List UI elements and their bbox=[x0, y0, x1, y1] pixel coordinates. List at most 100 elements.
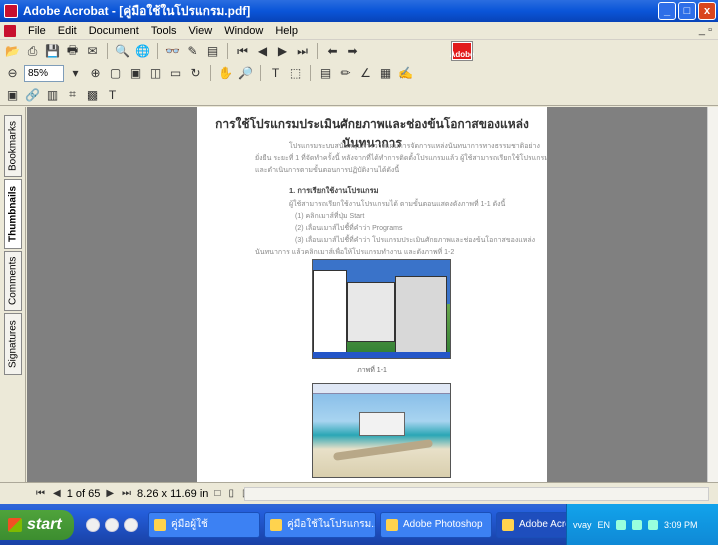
menu-file[interactable]: File bbox=[22, 25, 52, 37]
text-select-icon[interactable]: T bbox=[267, 65, 284, 82]
maximize-button[interactable]: □ bbox=[678, 2, 696, 20]
single-page-icon[interactable]: □ bbox=[212, 488, 222, 499]
actual-size-icon[interactable]: ▢ bbox=[107, 65, 124, 82]
step-text: (3) เลื่อนเมาส์ไปชี้ที่คำว่า โปรแกรมประเ… bbox=[295, 237, 536, 244]
acrobat-app-icon[interactable] bbox=[4, 4, 18, 18]
browser-icon[interactable] bbox=[86, 517, 100, 532]
toolbar-separator bbox=[227, 43, 228, 59]
zoom-out-icon[interactable]: ⊖ bbox=[4, 65, 21, 82]
close-button[interactable]: x bbox=[698, 2, 716, 20]
menu-tools[interactable]: Tools bbox=[145, 25, 183, 37]
note-tool-icon[interactable]: ▤ bbox=[317, 65, 334, 82]
stamp-tool-icon[interactable]: ▦ bbox=[377, 65, 394, 82]
photoshop-icon bbox=[386, 518, 398, 531]
go-back-icon[interactable]: ⬅ bbox=[324, 43, 341, 60]
clock[interactable]: 3:09 PM bbox=[664, 520, 698, 530]
tray-icon[interactable] bbox=[648, 519, 659, 530]
line-tool-icon[interactable]: ∠ bbox=[357, 65, 374, 82]
chevron-down-icon[interactable]: ▾ bbox=[67, 65, 84, 82]
pdf-page[interactable]: การใช้โปรแกรมประเมินศักยภาพและช่องข้นโอก… bbox=[197, 107, 549, 482]
page-number-field[interactable]: 1 of 65 bbox=[67, 488, 101, 500]
search-icon[interactable]: 🔍 bbox=[114, 43, 131, 60]
taskbar: start คู่มือผู้ใช้ คู่มือใช้ในโปรแกรม...… bbox=[0, 504, 718, 545]
horizontal-scrollbar[interactable] bbox=[244, 487, 709, 501]
continuous-icon[interactable]: ▯ bbox=[226, 488, 236, 499]
step-text: (1) คลิกเมาส์ที่ปุ่ม Start bbox=[295, 213, 365, 220]
page-size: 8.26 x 11.69 in bbox=[137, 487, 209, 500]
edit-toolbar: ▣ 🔗 ▥ ⌗ ▩ T bbox=[0, 84, 718, 106]
last-page-icon[interactable]: ⏭ bbox=[294, 43, 311, 60]
acrobat-icon bbox=[502, 518, 514, 531]
rotate-view-icon[interactable]: ↻ bbox=[187, 65, 204, 82]
sign-tool-icon[interactable]: ✍ bbox=[397, 65, 414, 82]
title-bar: Adobe Acrobat - [คู่มือใช้ในโปรแกรม.pdf]… bbox=[0, 0, 718, 22]
pencil-tool-icon[interactable]: ✏ bbox=[337, 65, 354, 82]
language-indicator[interactable]: EN bbox=[598, 520, 611, 530]
tab-thumbnails[interactable]: Thumbnails bbox=[4, 179, 22, 249]
create-pdf-icon[interactable]: ⎙ bbox=[24, 43, 41, 60]
taskbar-button[interactable]: คู่มือผู้ใช้ bbox=[148, 511, 260, 538]
hand-tool-icon[interactable]: ✋ bbox=[217, 65, 234, 82]
tab-comments[interactable]: Comments bbox=[4, 251, 22, 311]
adobe-logo-icon[interactable]: Adobe bbox=[450, 41, 474, 61]
menu-bar: File Edit Document Tools View Window Hel… bbox=[0, 22, 718, 40]
go-forward-icon[interactable]: ➡ bbox=[344, 43, 361, 60]
crop-tool-icon[interactable]: ⌗ bbox=[64, 86, 81, 103]
view-toolbar: ⊖ 85% ▾ ⊕ ▢ ▣ ◫ ▭ ↻ ✋ 🔎 T ⬚ ▤ ✏ ∠ ▦ ✍ bbox=[0, 62, 718, 84]
vertical-scrollbar[interactable] bbox=[707, 107, 718, 482]
desktop-icon[interactable] bbox=[105, 517, 119, 532]
previous-page-icon[interactable]: ◀ bbox=[254, 43, 271, 60]
start-button[interactable]: start bbox=[0, 509, 74, 540]
zoom-tool-icon[interactable]: 🔎 bbox=[237, 65, 254, 82]
pages-icon[interactable]: ▤ bbox=[204, 43, 221, 60]
last-page-button[interactable]: ⏭ bbox=[120, 488, 133, 499]
zoom-input[interactable]: 85% bbox=[24, 64, 64, 82]
first-page-button[interactable]: ⏮ bbox=[34, 488, 47, 499]
print-icon[interactable]: 🖶 bbox=[64, 43, 81, 60]
movie-tool-icon[interactable]: ▩ bbox=[84, 86, 101, 103]
toolbar-separator bbox=[157, 43, 158, 59]
windows-flag-icon bbox=[8, 517, 22, 532]
email-icon[interactable]: ✉ bbox=[84, 43, 101, 60]
folder-icon bbox=[154, 518, 166, 531]
menu-help[interactable]: Help bbox=[269, 25, 304, 37]
quick-launch bbox=[86, 517, 138, 532]
link-tool-icon[interactable]: 🔗 bbox=[24, 86, 41, 103]
zoom-in-icon[interactable]: ⊕ bbox=[87, 65, 104, 82]
touchup-text-icon[interactable]: T bbox=[104, 86, 121, 103]
minimize-button[interactable]: _ bbox=[658, 2, 676, 20]
menu-edit[interactable]: Edit bbox=[52, 25, 83, 37]
fit-visible-icon[interactable]: ▭ bbox=[167, 65, 184, 82]
tray-icon[interactable] bbox=[632, 519, 643, 530]
document-pane[interactable]: การใช้โปรแกรมประเมินศักยภาพและช่องข้นโอก… bbox=[27, 107, 707, 482]
tab-bookmarks[interactable]: Bookmarks bbox=[4, 115, 22, 177]
fit-page-icon[interactable]: ▣ bbox=[127, 65, 144, 82]
menu-window[interactable]: Window bbox=[218, 25, 269, 37]
form-tool-icon[interactable]: ▣ bbox=[4, 86, 21, 103]
menu-view[interactable]: View bbox=[183, 25, 219, 37]
previous-page-button[interactable]: ◀ bbox=[51, 488, 63, 499]
open-icon[interactable]: 📂 bbox=[4, 43, 21, 60]
tray-icon[interactable] bbox=[616, 519, 627, 530]
paragraph-text: ยั่งยืน ระยะที่ 1 ที่จัดทำครั้งนี้ หลังจ… bbox=[255, 155, 549, 162]
save-icon[interactable]: 💾 bbox=[44, 43, 61, 60]
taskbar-button[interactable]: คู่มือใช้ในโปรแกรม... bbox=[264, 511, 376, 538]
taskbar-button[interactable]: Adobe Photoshop bbox=[380, 511, 492, 538]
fit-width-icon[interactable]: ◫ bbox=[147, 65, 164, 82]
menu-document[interactable]: Document bbox=[83, 25, 145, 37]
media-icon[interactable] bbox=[124, 517, 138, 532]
document-icon[interactable] bbox=[4, 24, 16, 37]
tab-signatures[interactable]: Signatures bbox=[4, 313, 22, 375]
graphics-select-icon[interactable]: ⬚ bbox=[287, 65, 304, 82]
binoculars-icon[interactable]: 👓 bbox=[164, 43, 181, 60]
first-page-icon[interactable]: ⏮ bbox=[234, 43, 251, 60]
taskbar-label: Adobe Photoshop bbox=[403, 519, 483, 530]
review-icon[interactable]: ✎ bbox=[184, 43, 201, 60]
toolbar-separator bbox=[317, 43, 318, 59]
web-capture-icon[interactable]: 🌐 bbox=[134, 43, 151, 60]
next-page-icon[interactable]: ▶ bbox=[274, 43, 291, 60]
toolbar-separator bbox=[260, 65, 261, 81]
document-window-controls[interactable]: _ ▫ bbox=[699, 24, 712, 36]
article-tool-icon[interactable]: ▥ bbox=[44, 86, 61, 103]
next-page-button[interactable]: ▶ bbox=[104, 488, 116, 499]
